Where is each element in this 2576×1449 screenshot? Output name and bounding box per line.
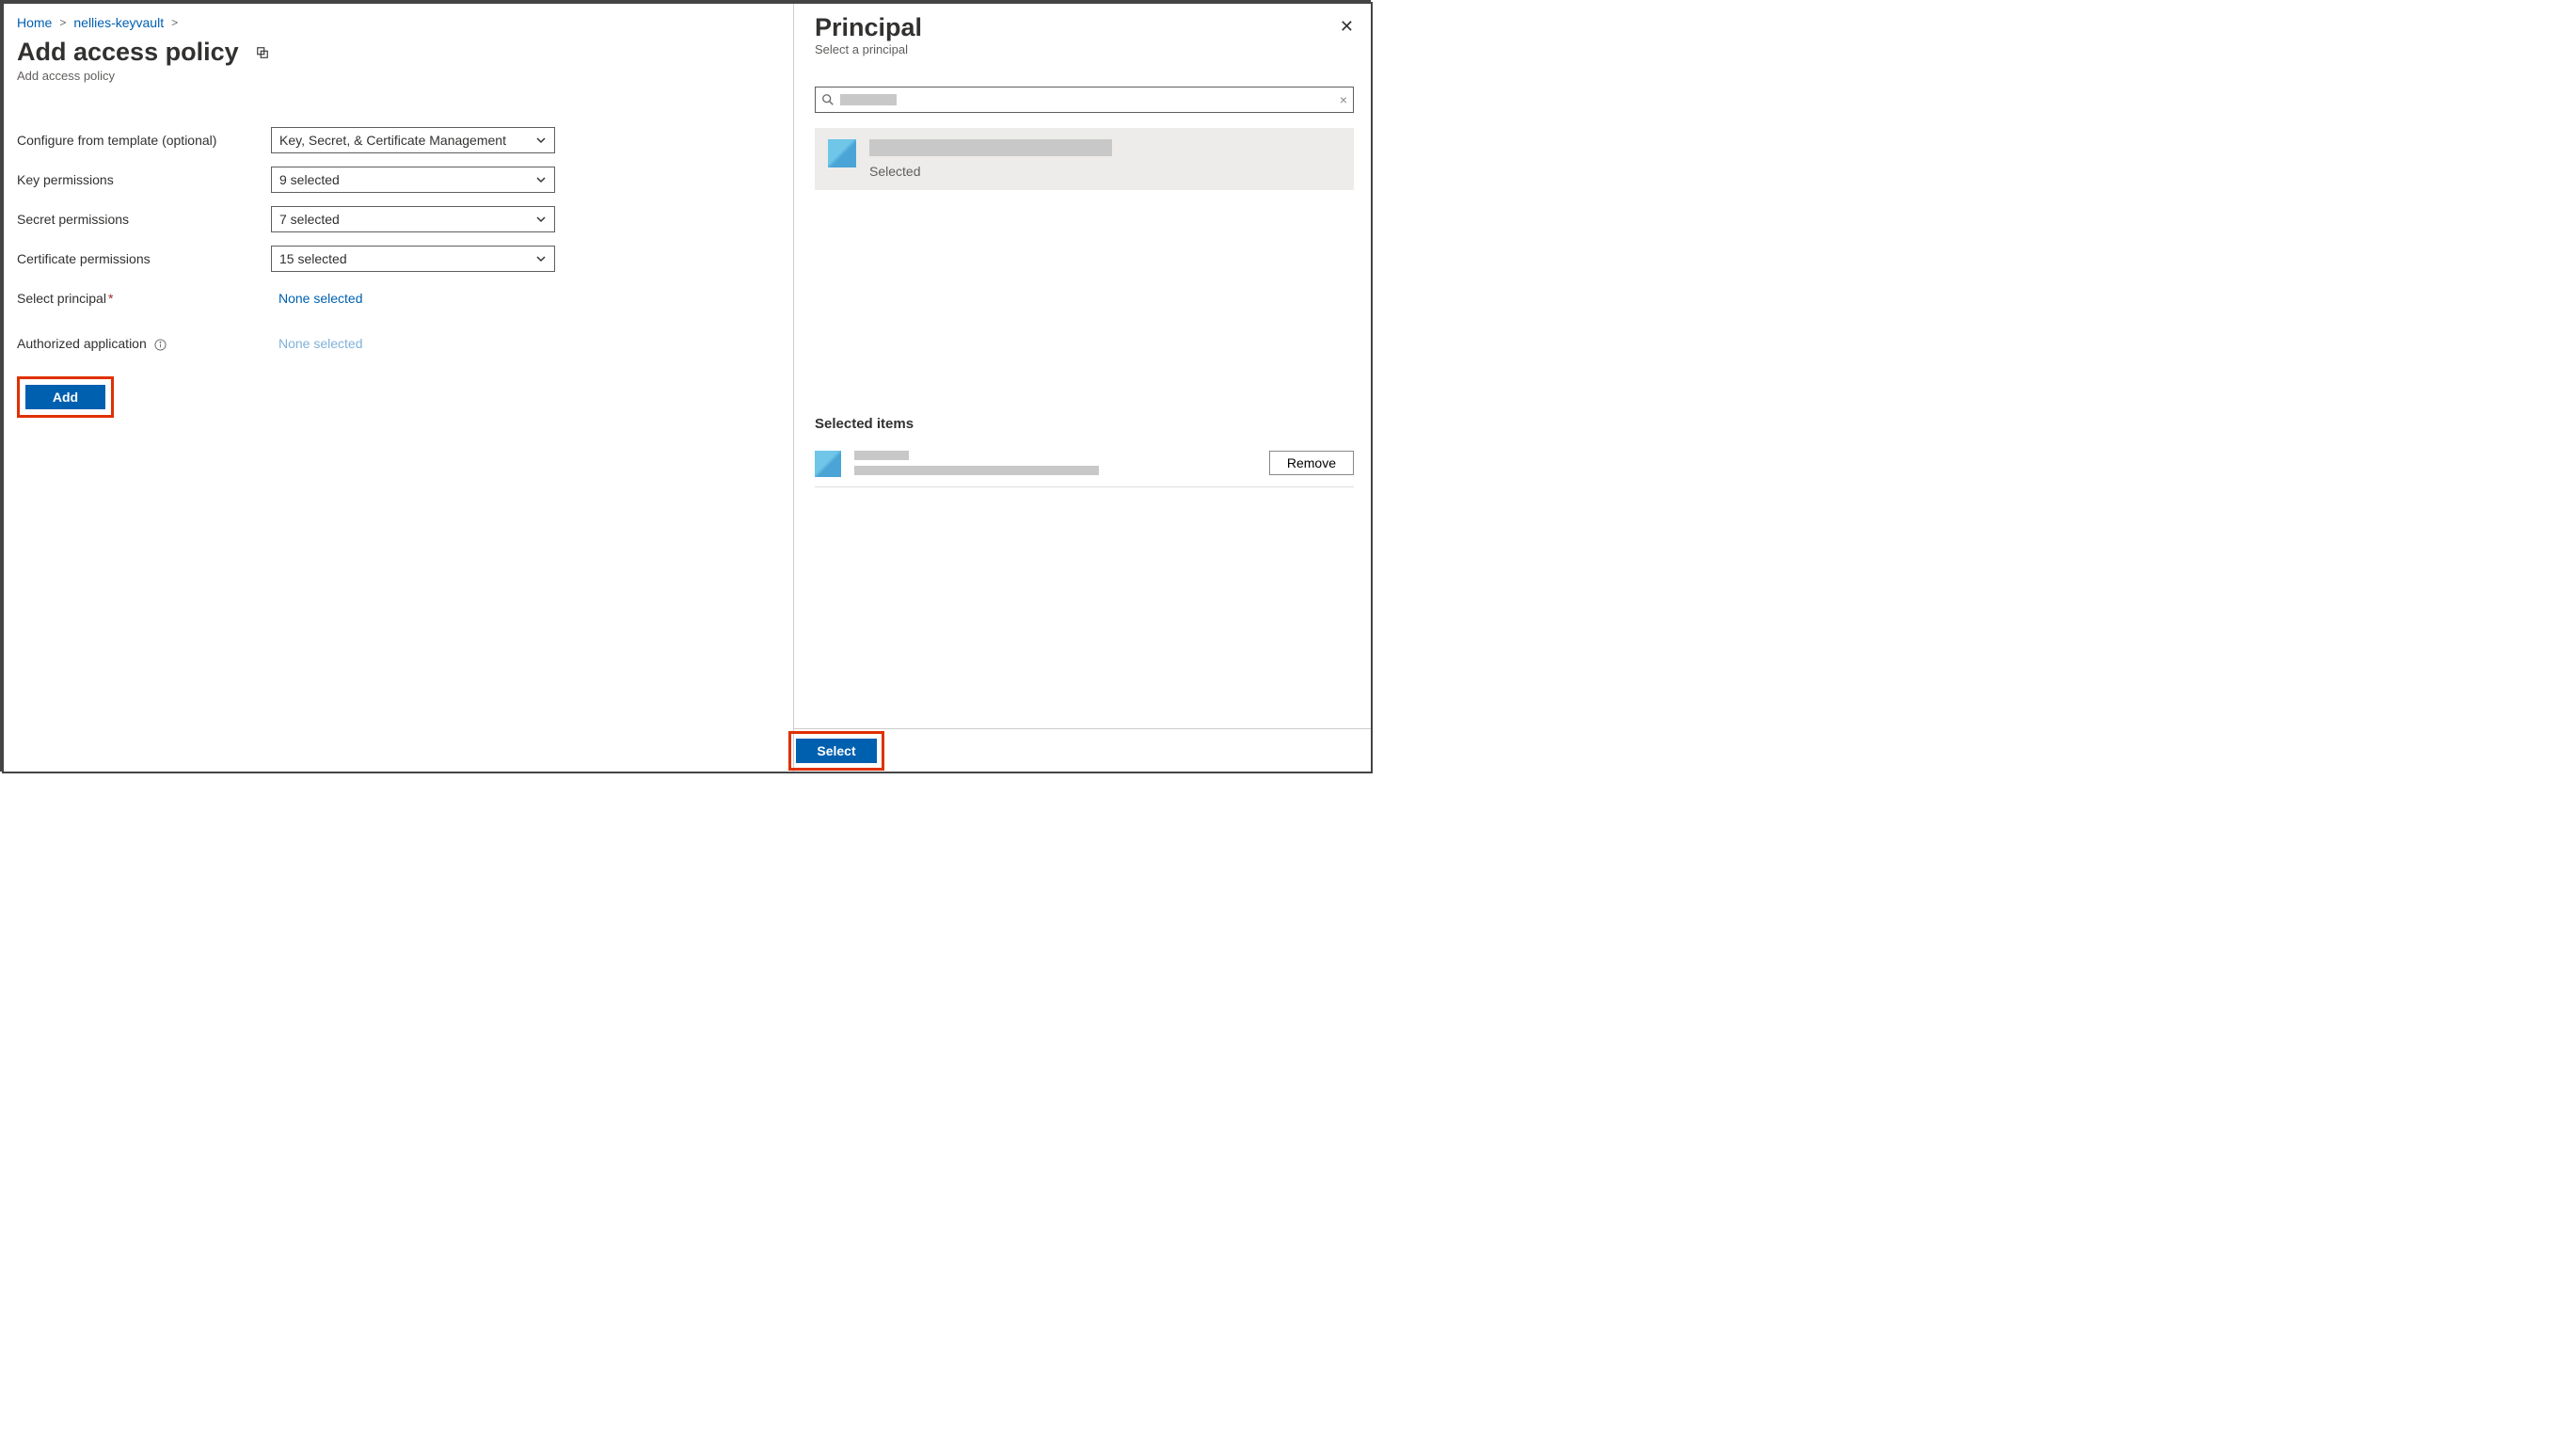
cert-perm-select[interactable]: 15 selected (271, 246, 555, 272)
chevron-down-icon (535, 174, 547, 185)
select-principal-link[interactable]: None selected (271, 291, 363, 306)
close-icon[interactable]: ✕ (1340, 17, 1354, 37)
main-content: Home > nellies-keyvault > Add access pol… (4, 4, 794, 772)
authorized-app-label: Authorized application (17, 336, 271, 351)
key-perm-label: Key permissions (17, 172, 271, 187)
chevron-down-icon (535, 253, 547, 264)
key-perm-select[interactable]: 9 selected (271, 167, 555, 193)
key-perm-value: 9 selected (279, 172, 340, 187)
clear-icon[interactable]: × (1340, 92, 1347, 107)
secret-perm-label: Secret permissions (17, 212, 271, 227)
selected-item: Remove (815, 441, 1354, 487)
info-icon[interactable] (154, 339, 167, 351)
page-subtitle: Add access policy (17, 69, 780, 83)
select-principal-label: Select principal* (17, 291, 271, 306)
panel-footer: Select (794, 728, 1371, 772)
access-policy-form: Configure from template (optional) Key, … (17, 120, 780, 418)
cert-perm-label: Certificate permissions (17, 251, 271, 266)
template-label: Configure from template (optional) (17, 133, 271, 148)
template-select[interactable]: Key, Secret, & Certificate Management (271, 127, 555, 153)
select-button-highlight: Select (788, 731, 884, 771)
avatar (815, 451, 841, 477)
template-value: Key, Secret, & Certificate Management (279, 133, 506, 148)
chevron-right-icon: > (171, 16, 178, 29)
search-result-item[interactable]: Selected (815, 128, 1354, 190)
cert-perm-value: 15 selected (279, 251, 347, 266)
principal-panel: Principal Select a principal ✕ × Selecte… (794, 4, 1371, 772)
page-title: Add access policy (17, 38, 239, 67)
selected-items-heading: Selected items (815, 416, 1354, 432)
selected-name-redacted (854, 451, 909, 460)
result-status: Selected (869, 164, 1112, 179)
add-button[interactable]: Add (25, 385, 105, 409)
breadcrumb-keyvault[interactable]: nellies-keyvault (73, 15, 164, 30)
search-icon (821, 93, 835, 106)
pin-icon[interactable] (256, 46, 269, 59)
avatar (828, 139, 856, 167)
secret-perm-value: 7 selected (279, 212, 340, 227)
secret-perm-select[interactable]: 7 selected (271, 206, 555, 232)
add-button-highlight: Add (17, 376, 114, 418)
chevron-down-icon (535, 214, 547, 225)
selected-id-redacted (854, 466, 1099, 475)
result-name-redacted (869, 139, 1112, 156)
remove-button[interactable]: Remove (1269, 451, 1354, 475)
panel-subtitle: Select a principal (815, 42, 922, 56)
breadcrumb-home[interactable]: Home (17, 15, 52, 30)
principal-search[interactable]: × (815, 87, 1354, 113)
breadcrumb: Home > nellies-keyvault > (17, 15, 780, 30)
select-button[interactable]: Select (796, 739, 877, 763)
panel-title: Principal (815, 13, 922, 42)
chevron-down-icon (535, 135, 547, 146)
authorized-app-value: None selected (271, 336, 363, 351)
required-asterisk: * (108, 291, 113, 306)
chevron-right-icon: > (59, 16, 66, 29)
search-value-redacted (840, 94, 897, 105)
